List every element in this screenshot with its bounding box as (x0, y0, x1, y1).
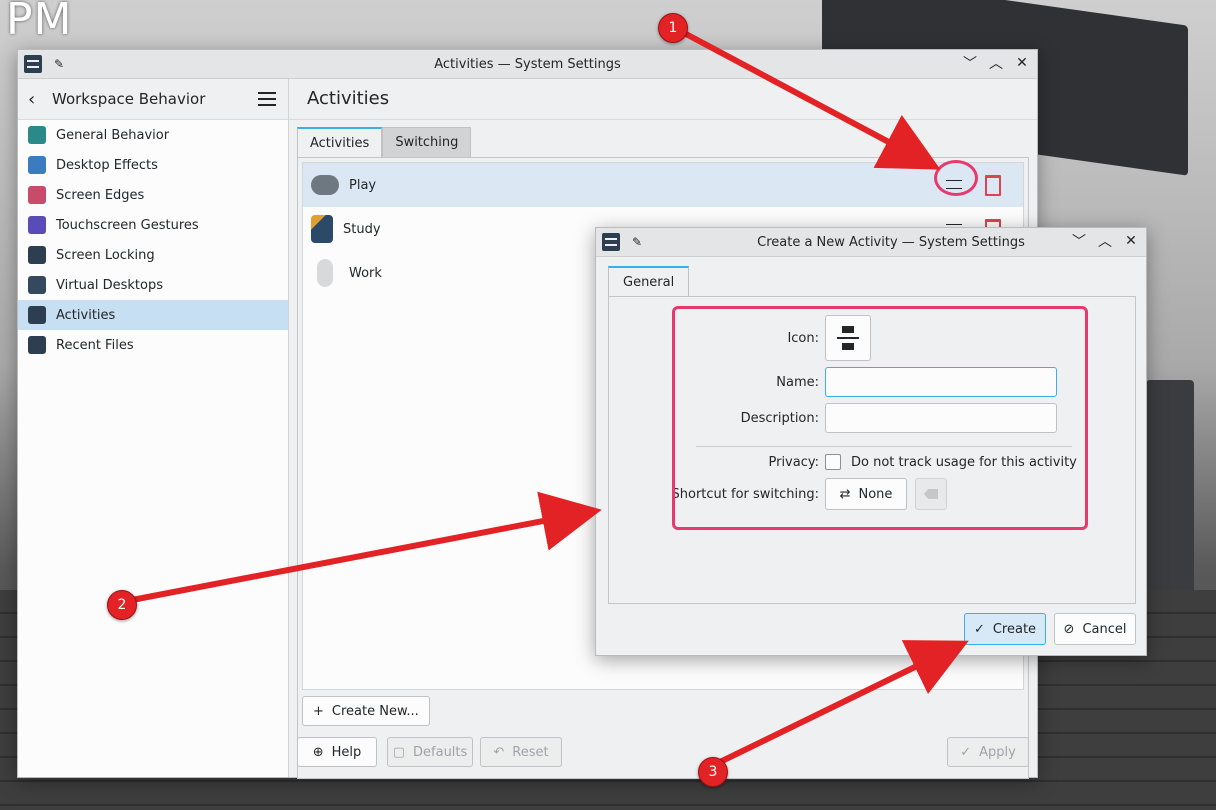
activity-row-play[interactable]: Play (303, 163, 1023, 207)
screen-locking-icon (28, 246, 46, 264)
checkmark-icon: ✓ (960, 744, 972, 760)
reset-icon: ↶ (493, 744, 505, 760)
activity-name: Study (343, 221, 381, 237)
system-settings-icon[interactable] (24, 55, 42, 73)
defaults-icon: ▢ (392, 744, 406, 760)
maximize-button[interactable]: ︿ (987, 54, 1005, 72)
help-label: Help (331, 744, 362, 760)
help-icon: ⊕ (312, 744, 324, 760)
plus-icon: + (313, 703, 324, 719)
cancel-icon: ⊘ (1063, 621, 1075, 637)
maximize-button[interactable]: ︿ (1096, 232, 1114, 250)
desktop-clock: PM (6, 0, 73, 45)
reset-button[interactable]: ↶ Reset (480, 737, 562, 767)
screen-edges-icon (28, 186, 46, 204)
page-title: Activities (289, 79, 1037, 120)
study-icon (311, 215, 333, 243)
general-behavior-icon (28, 126, 46, 144)
activity-name: Work (349, 265, 382, 281)
tab-bar: Activities Switching (297, 127, 472, 159)
badge-1: 1 (658, 13, 688, 43)
badge-3: 3 (698, 757, 728, 787)
hamburger-menu-icon[interactable] (258, 92, 276, 106)
sidebar-list: General Behavior Desktop Effects Screen Ed… (18, 120, 288, 360)
create-new-label: Create New... (331, 703, 419, 719)
delete-activity-icon[interactable] (985, 175, 1001, 196)
sidebar: ‹ Workspace Behavior General Behavior Des… (18, 79, 289, 777)
window-title: Activities — System Settings (434, 56, 621, 72)
reset-label: Reset (512, 744, 549, 760)
create-label: Create (992, 621, 1037, 637)
sidebar-item-activities[interactable]: Activities (18, 300, 288, 330)
minimize-button[interactable]: ﹀ (961, 54, 979, 72)
close-button[interactable]: ✕ (1013, 54, 1031, 72)
minimize-button[interactable]: ﹀ (1070, 232, 1088, 250)
sidebar-item-label: Screen Locking (56, 247, 155, 263)
sidebar-header: ‹ Workspace Behavior (18, 79, 288, 120)
window-titlebar[interactable]: ✎ Activities — System Settings ﹀ ︿ ✕ (18, 50, 1037, 79)
mouse-icon (317, 259, 333, 287)
virtual-desktops-icon (28, 276, 46, 294)
pin-icon[interactable]: ✎ (54, 57, 64, 71)
close-button[interactable]: ✕ (1122, 232, 1140, 250)
dialog-title: Create a New Activity — System Settings (757, 234, 1025, 250)
sidebar-item-label: Screen Edges (56, 187, 145, 203)
sidebar-item-label: Touchscreen Gestures (56, 217, 199, 233)
badge-2: 2 (107, 590, 137, 620)
pin-icon[interactable]: ✎ (632, 235, 642, 249)
activity-name: Play (349, 177, 377, 193)
tab-switching[interactable]: Switching (382, 127, 472, 158)
highlight-circle (934, 160, 978, 196)
defaults-button[interactable]: ▢ Defaults (387, 737, 473, 767)
sidebar-item-label: Activities (56, 307, 116, 323)
apply-button[interactable]: ✓ Apply (947, 737, 1029, 767)
cancel-button[interactable]: ⊘ Cancel (1054, 613, 1136, 645)
desktop-effects-icon (28, 156, 46, 174)
sidebar-item-screen-edges[interactable]: Screen Edges (18, 180, 288, 210)
checkmark-icon: ✓ (973, 621, 985, 637)
bottom-button-bar: ⊕ Help ▢ Defaults ↶ Reset ✓ Apply (297, 737, 1029, 769)
sidebar-item-label: General Behavior (56, 127, 170, 143)
apply-label: Apply (979, 744, 1016, 760)
tab-activities[interactable]: Activities (297, 127, 383, 159)
sidebar-item-label: Recent Files (56, 337, 134, 353)
sidebar-item-touchscreen-gestures[interactable]: Touchscreen Gestures (18, 210, 288, 240)
sidebar-item-label: Virtual Desktops (56, 277, 163, 293)
sidebar-item-virtual-desktops[interactable]: Virtual Desktops (18, 270, 288, 300)
help-button[interactable]: ⊕ Help (297, 737, 377, 767)
cancel-label: Cancel (1082, 621, 1127, 637)
create-button[interactable]: ✓ Create (964, 613, 1046, 645)
touchscreen-gestures-icon (28, 216, 46, 234)
sidebar-item-recent-files[interactable]: Recent Files (18, 330, 288, 360)
defaults-label: Defaults (413, 744, 468, 760)
sidebar-item-label: Desktop Effects (56, 157, 158, 173)
dialog-titlebar[interactable]: ✎ Create a New Activity — System Setting… (596, 228, 1146, 257)
back-arrow-icon[interactable]: ‹ (28, 89, 48, 110)
gamepad-icon (311, 175, 339, 195)
sidebar-item-screen-locking[interactable]: Screen Locking (18, 240, 288, 270)
sidebar-title: Workspace Behavior (52, 90, 206, 108)
system-settings-icon[interactable] (602, 233, 620, 251)
tab-general[interactable]: General (608, 266, 690, 298)
activities-icon (28, 306, 46, 324)
recent-files-icon (28, 336, 46, 354)
sidebar-item-desktop-effects[interactable]: Desktop Effects (18, 150, 288, 180)
sidebar-item-general-behavior[interactable]: General Behavior (18, 120, 288, 150)
create-new-button[interactable]: + Create New... (302, 696, 430, 726)
highlight-rectangle (672, 306, 1088, 530)
